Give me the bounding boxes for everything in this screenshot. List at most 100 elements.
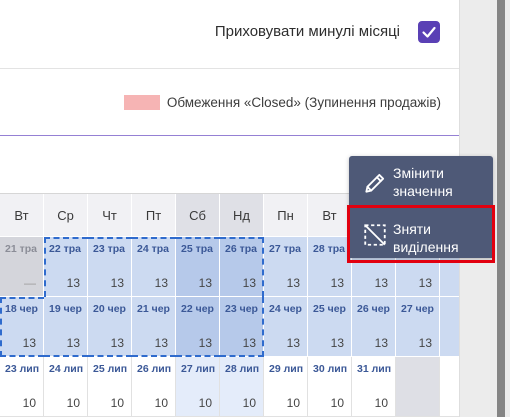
weekday-header: Ср <box>44 194 88 237</box>
day-cell[interactable]: 23 чер 13 <box>220 297 264 357</box>
day-value: 13 <box>286 276 300 290</box>
day-date: 28 лип <box>225 363 260 375</box>
day-date: 27 чер <box>401 303 434 315</box>
day-date: 28 тра <box>313 243 345 255</box>
day-date: 24 чер <box>269 303 302 315</box>
day-cell[interactable] <box>440 357 459 417</box>
day-cell <box>396 357 440 417</box>
day-cell[interactable]: 24 лип 10 <box>44 357 88 417</box>
day-date: 25 лип <box>93 363 128 375</box>
day-value: 13 <box>154 276 168 290</box>
day-cell[interactable]: 31 лип 10 <box>352 357 396 417</box>
day-date: 19 чер <box>49 303 82 315</box>
day-value: 13 <box>330 336 344 350</box>
day-cell[interactable]: 23 лип 10 <box>0 357 44 417</box>
weekday-header: Сб <box>176 194 220 237</box>
deselect-icon <box>362 222 388 248</box>
weekday-header: Пт <box>132 194 176 237</box>
day-date: 27 лип <box>181 363 216 375</box>
day-date: 26 лип <box>137 363 172 375</box>
day-date: 23 чер <box>225 303 258 315</box>
day-cell[interactable]: 28 тра 13 <box>308 237 352 297</box>
day-cell[interactable]: 28 лип 10 <box>220 357 264 417</box>
day-cell[interactable]: 21 чер 13 <box>132 297 176 357</box>
day-cell[interactable]: 29 лип 10 <box>264 357 308 417</box>
day-cell[interactable]: 26 лип 10 <box>132 357 176 417</box>
menu-item-label: Зняти виділення <box>393 221 459 255</box>
day-cell[interactable]: 27 чер 13 <box>396 297 440 357</box>
day-cell[interactable]: 26 чер 13 <box>352 297 396 357</box>
hide-past-months-checkbox[interactable] <box>418 20 440 43</box>
day-value: 13 <box>242 276 256 290</box>
hide-past-months-row: Приховувати минулі місяці <box>0 0 459 63</box>
day-value: 13 <box>154 336 168 350</box>
day-date: 20 чер <box>93 303 126 315</box>
day-date: 23 тра <box>93 243 125 255</box>
menu-item-clear-selection[interactable]: Зняти виділення <box>349 206 493 258</box>
weekday-header: Чт <box>88 194 132 237</box>
day-date: 24 лип <box>49 363 84 375</box>
weekday-header: Пн <box>264 194 308 237</box>
day-cell[interactable]: 22 чер 13 <box>176 297 220 357</box>
day-date: 21 чер <box>137 303 170 315</box>
day-value: 10 <box>374 396 388 410</box>
day-date: 27 тра <box>269 243 301 255</box>
day-value: 10 <box>66 396 80 410</box>
day-value: 13 <box>242 336 256 350</box>
day-cell[interactable]: 27 тра 13 <box>264 237 308 297</box>
day-cell[interactable]: 30 лип 10 <box>308 357 352 417</box>
day-cell[interactable] <box>440 297 459 357</box>
day-date: 22 чер <box>181 303 214 315</box>
day-date: 31 лип <box>357 363 392 375</box>
day-cell[interactable]: 25 чер 13 <box>308 297 352 357</box>
day-date: 22 тра <box>49 243 81 255</box>
day-cell[interactable]: 19 чер 13 <box>44 297 88 357</box>
day-date: 25 тра <box>181 243 213 255</box>
scrollbar[interactable] <box>497 0 505 417</box>
day-cell[interactable]: 21 тра — <box>0 237 44 297</box>
day-date: 25 чер <box>313 303 346 315</box>
day-value: 13 <box>286 336 300 350</box>
day-date: 30 лип <box>313 363 348 375</box>
menu-item-edit-value[interactable]: Змінити значення <box>349 156 493 206</box>
day-cell[interactable]: 22 тра 13 <box>44 237 88 297</box>
day-value: 10 <box>330 396 344 410</box>
menu-item-label: Змінити значення <box>393 165 453 199</box>
legend: Обмеження «Closed» (Зупинення продажів) <box>0 69 459 135</box>
day-value: 10 <box>154 396 168 410</box>
day-date: 29 лип <box>269 363 304 375</box>
day-cell[interactable]: 23 тра 13 <box>88 237 132 297</box>
day-cell[interactable]: 24 чер 13 <box>264 297 308 357</box>
closed-legend-swatch <box>123 94 160 110</box>
day-value: 10 <box>110 396 124 410</box>
context-menu: Змінити значення Зняти виділення <box>349 156 493 258</box>
day-value: 13 <box>66 336 80 350</box>
day-cell[interactable]: 24 тра 13 <box>132 237 176 297</box>
day-value: 13 <box>374 336 388 350</box>
day-cell[interactable]: 25 тра 13 <box>176 237 220 297</box>
section-divider <box>0 135 459 136</box>
day-value: 13 <box>418 276 432 290</box>
day-date: 26 тра <box>225 243 257 255</box>
day-date: 18 чер <box>5 303 38 315</box>
weekday-header: Нд <box>220 194 264 237</box>
day-cell[interactable]: 27 лип 10 <box>176 357 220 417</box>
day-value: 13 <box>22 336 36 350</box>
day-value: 13 <box>198 336 212 350</box>
day-value: 10 <box>286 396 300 410</box>
day-cell[interactable]: 25 лип 10 <box>88 357 132 417</box>
day-value: 10 <box>22 396 36 410</box>
day-value: 13 <box>330 276 344 290</box>
day-value: 13 <box>418 336 432 350</box>
day-cell[interactable]: 26 тра 13 <box>220 237 264 297</box>
weekday-header: Вт <box>0 194 44 237</box>
day-value: — <box>24 276 36 290</box>
day-cell[interactable]: 20 чер 13 <box>88 297 132 357</box>
pencil-icon <box>362 170 388 196</box>
checkmark-icon <box>422 26 436 38</box>
day-value: 13 <box>66 276 80 290</box>
day-value: 13 <box>110 276 124 290</box>
day-date: 26 чер <box>357 303 390 315</box>
day-cell[interactable]: 18 чер 13 <box>0 297 44 357</box>
day-date: 21 тра <box>5 243 37 255</box>
